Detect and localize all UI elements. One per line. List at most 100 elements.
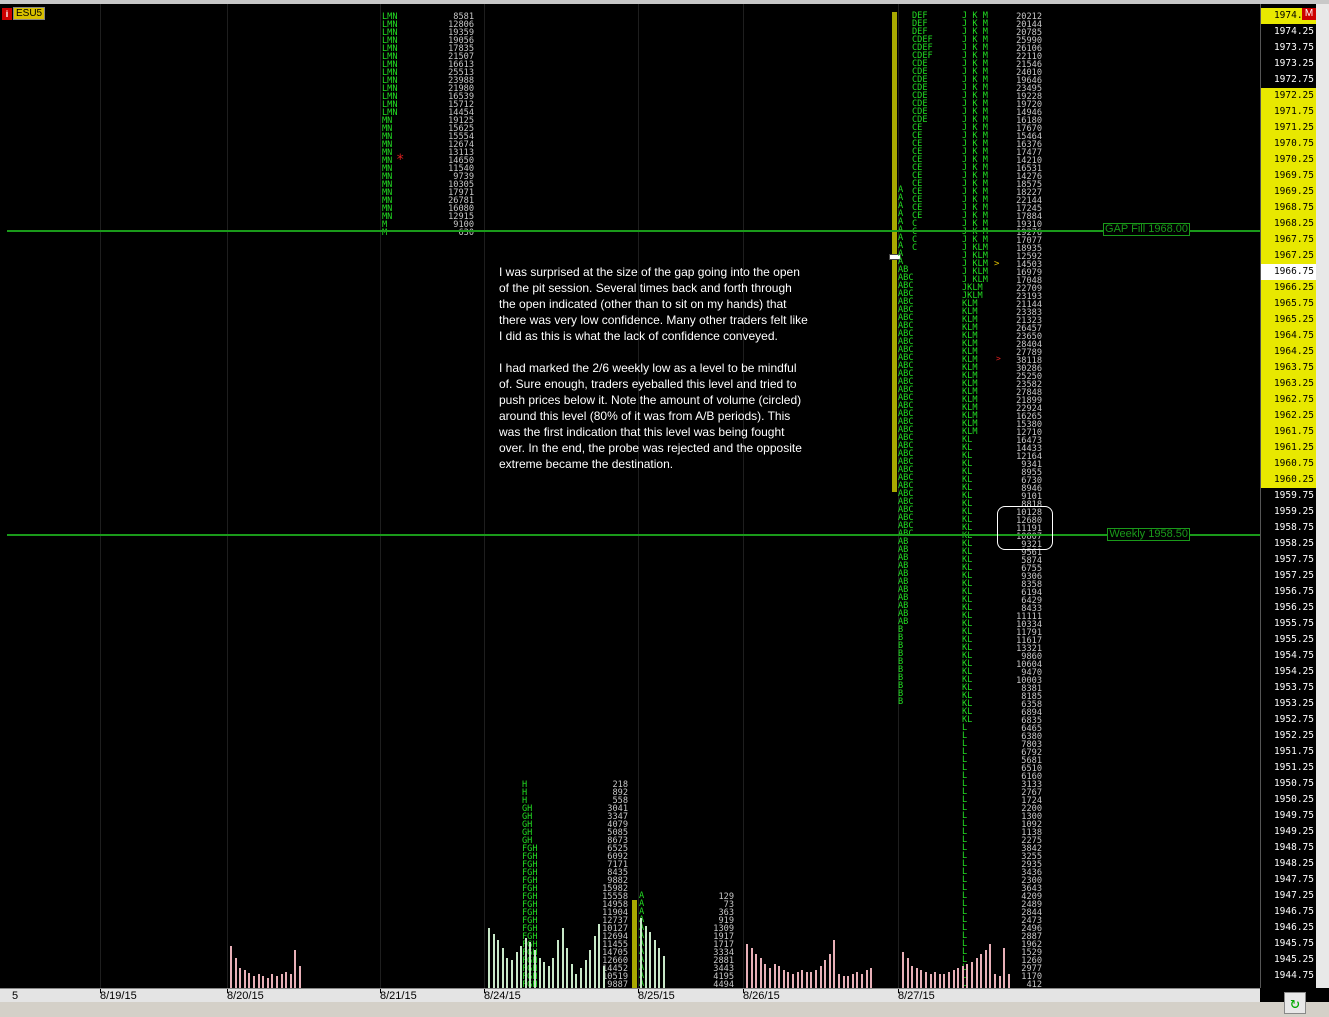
price-label: 1964.25 <box>1261 344 1317 360</box>
price-label: 1949.25 <box>1261 824 1317 840</box>
price-label: 1954.25 <box>1261 664 1317 680</box>
volume-bar <box>948 972 950 988</box>
date-label: 8/27/15 <box>898 990 935 1002</box>
volume-bar <box>239 968 242 988</box>
price-label: 1952.25 <box>1261 728 1317 744</box>
annotation-text: I was surprised at the size of the gap g… <box>499 264 809 488</box>
price-label: 1958.25 <box>1261 536 1317 552</box>
price-label: 1956.75 <box>1261 584 1317 600</box>
refresh-button[interactable]: ↻ <box>1284 992 1306 1014</box>
price-label: 1948.25 <box>1261 856 1317 872</box>
volume-bar <box>856 972 859 988</box>
annotation-paragraph-2: I had marked the 2/6 weekly low as a lev… <box>499 361 802 471</box>
volume-bar <box>815 970 817 988</box>
volume-bar <box>557 940 559 988</box>
date-label-fragment: 5 <box>12 990 19 1002</box>
volume-bar <box>653 940 656 988</box>
chart-area[interactable]: LMN LMN LMN LMN LMN LMN LMN LMN LMN LMN … <box>0 4 1260 1012</box>
price-label: 1954.75 <box>1261 648 1317 664</box>
volume-bar <box>538 958 541 988</box>
weekly-level-line[interactable] <box>7 534 1260 536</box>
price-label: 1962.75 <box>1261 392 1317 408</box>
price-label: 1956.25 <box>1261 600 1317 616</box>
info-icon[interactable]: i <box>2 7 12 20</box>
grid-line <box>100 4 101 988</box>
tpo-column-8-21: LMN LMN LMN LMN LMN LMN LMN LMN LMN LMN … <box>382 12 398 238</box>
price-label: 1972.75 <box>1261 72 1317 88</box>
date-label: 8/19/15 <box>100 990 137 1002</box>
price-label: 1963.25 <box>1261 376 1317 392</box>
volume-bar <box>929 974 932 988</box>
price-label: 1959.25 <box>1261 504 1317 520</box>
volume-bar <box>975 958 978 988</box>
date-axis[interactable]: 5 8/19/15 8/20/15 8/21/15 8/24/15 8/25/15 8/2… <box>0 988 1260 1003</box>
volume-bar <box>271 974 274 988</box>
tpo-column-8-27-cdef: DEF DEF DEF CDEF CDEF CDEF CDE CDE CDE C… <box>912 11 933 253</box>
price-label: 1965.25 <box>1261 312 1317 328</box>
volume-bar <box>838 974 840 988</box>
volume-bar <box>810 972 813 988</box>
volume-bar <box>543 962 546 988</box>
price-label: 1949.75 <box>1261 808 1317 824</box>
volume-bar <box>501 948 504 988</box>
price-label: 1964.75 <box>1261 328 1317 344</box>
date-label: 8/20/15 <box>227 990 264 1002</box>
volume-bar <box>819 966 822 988</box>
volume-bar <box>989 944 992 988</box>
grid-line <box>743 4 744 988</box>
volume-bar <box>1003 948 1006 988</box>
price-label: 1958.75 <box>1261 520 1317 536</box>
volume-bar <box>870 968 873 988</box>
volume-bar <box>492 934 495 988</box>
symbol-name[interactable]: ESU5 <box>13 7 46 20</box>
price-axis[interactable]: 1974.75 1974.25 1973.75 1973.25 1972.75 1972.… <box>1260 4 1317 988</box>
volume-bar <box>506 958 509 988</box>
price-label: 1963.75 <box>1261 360 1317 376</box>
price-label: 1947.25 <box>1261 888 1317 904</box>
mode-marker[interactable]: M <box>1302 8 1316 20</box>
price-label: 1960.75 <box>1261 456 1317 472</box>
price-label: 1953.75 <box>1261 680 1317 696</box>
price-label: 1973.25 <box>1261 56 1317 72</box>
volume-bar <box>842 976 845 988</box>
price-label: 1967.25 <box>1261 248 1317 264</box>
tpo-column-8-27-jklm: J K M J K M J K M J K M J K M J K M J K … <box>962 11 988 1013</box>
volume-bar <box>580 968 582 988</box>
volume-bar <box>861 974 863 988</box>
volume-bar <box>566 948 569 988</box>
volume-bar <box>773 964 776 988</box>
volume-bar <box>925 972 927 988</box>
volume-bar <box>603 966 605 988</box>
price-label: 1947.75 <box>1261 872 1317 888</box>
volume-bar <box>552 958 555 988</box>
vertical-scrollbar[interactable] <box>1316 4 1329 988</box>
price-label: 1971.75 <box>1261 104 1317 120</box>
date-label: 8/24/15 <box>484 990 521 1002</box>
date-label: 8/25/15 <box>638 990 675 1002</box>
volume-bar <box>764 964 767 988</box>
volume-bar <box>589 950 592 988</box>
price-label: 1946.75 <box>1261 904 1317 920</box>
price-label: 1967.75 <box>1261 232 1317 248</box>
price-label: 1969.75 <box>1261 168 1317 184</box>
price-label: 1951.25 <box>1261 760 1317 776</box>
gap-fill-line[interactable] <box>7 230 1260 232</box>
price-label: 1962.25 <box>1261 408 1317 424</box>
volume-bar <box>984 950 987 988</box>
volume-bar <box>759 958 762 988</box>
price-label: 1970.25 <box>1261 152 1317 168</box>
volume-bar <box>280 974 283 988</box>
price-label: 1960.25 <box>1261 472 1317 488</box>
volume-bar <box>649 932 652 988</box>
volume-bar <box>792 974 794 988</box>
yellow-arrow-marker: > <box>994 259 1000 269</box>
price-label: 1950.25 <box>1261 792 1317 808</box>
volume-bar <box>299 966 301 988</box>
grid-line <box>227 4 228 988</box>
symbol-tag[interactable]: i ESU5 <box>2 7 46 20</box>
volume-bar <box>520 946 523 988</box>
price-label: 1959.75 <box>1261 488 1317 504</box>
volume-bar <box>796 972 799 988</box>
date-label: 8/21/15 <box>380 990 417 1002</box>
volume-bar <box>234 958 237 988</box>
